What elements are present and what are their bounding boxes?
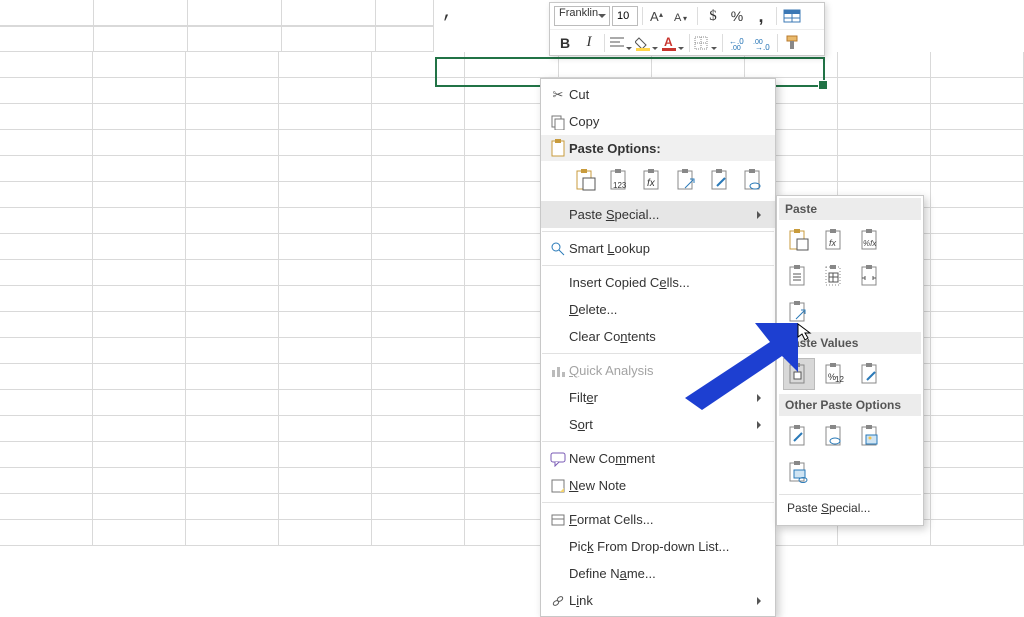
font-name-select[interactable]: Franklin	[554, 6, 610, 26]
format-painter-icon[interactable]	[782, 32, 804, 54]
menu-pick-list[interactable]: Pick From Drop-down List...	[541, 533, 775, 560]
increase-decimal-icon[interactable]: ←.0.00	[727, 32, 749, 54]
chevron-right-icon	[757, 421, 765, 429]
borders-icon[interactable]	[694, 32, 718, 54]
paste-all-icon[interactable]	[571, 165, 601, 195]
svg-text:▴: ▴	[659, 10, 663, 19]
submenu-paste-special[interactable]: Paste Special...	[779, 495, 921, 521]
svg-text:fx: fx	[829, 238, 837, 248]
menu-sort[interactable]: Sort	[541, 411, 775, 438]
paste-formatting-sub-icon[interactable]	[783, 420, 815, 452]
chevron-right-icon	[757, 597, 765, 605]
svg-text:fx: fx	[647, 178, 656, 189]
paste-link-sub-icon[interactable]	[819, 420, 851, 452]
copy-icon	[547, 114, 569, 130]
quick-analysis-icon	[547, 363, 569, 379]
paste-values-123-icon[interactable]: 123	[605, 165, 635, 195]
svg-text:▾: ▾	[683, 14, 687, 23]
paste-transpose-icon[interactable]	[672, 165, 702, 195]
format-cells-icon	[547, 512, 569, 528]
svg-text:A: A	[650, 9, 659, 24]
paste-linked-picture-icon[interactable]	[783, 456, 815, 488]
decrease-font-icon[interactable]: A▾	[671, 5, 693, 27]
clipboard-icon	[547, 139, 569, 157]
menu-new-note[interactable]: New Note	[541, 472, 775, 499]
scissors-icon: ✂	[547, 87, 569, 103]
menu-copy[interactable]: Copy	[541, 108, 775, 135]
paste-link-icon[interactable]	[739, 165, 769, 195]
menu-link[interactable]: Link	[541, 587, 775, 614]
svg-text:%fx: %fx	[863, 239, 877, 248]
paste-no-borders-icon[interactable]	[819, 260, 851, 292]
menu-smart-lookup[interactable]: Smart Lookup	[541, 235, 775, 262]
chevron-right-icon	[757, 211, 765, 219]
accounting-format-icon[interactable]: $	[702, 5, 724, 27]
paste-picture-icon[interactable]	[855, 420, 887, 452]
italic-button[interactable]: I	[578, 32, 600, 54]
comma-format-icon[interactable]: ,	[750, 5, 772, 27]
menu-paste-special[interactable]: Paste Special...	[541, 201, 775, 228]
svg-text:.00: .00	[753, 39, 763, 46]
increase-font-icon[interactable]: A▴	[647, 5, 669, 27]
link-icon	[547, 593, 569, 609]
bold-button[interactable]: B	[554, 32, 576, 54]
comment-icon	[547, 451, 569, 467]
svg-text:A: A	[664, 35, 673, 49]
svg-text:←.0: ←.0	[729, 37, 744, 46]
decrease-decimal-icon[interactable]: .00→.0	[751, 32, 773, 54]
menu-new-comment[interactable]: New Comment	[541, 445, 775, 472]
fill-color-icon[interactable]	[635, 32, 659, 54]
svg-text:→.0: →.0	[755, 43, 770, 50]
paste-icon[interactable]	[783, 224, 815, 256]
paste-formulas-fx-icon[interactable]: fx	[819, 224, 851, 256]
svg-text:12: 12	[835, 375, 844, 384]
paste-values-number-icon[interactable]: %12	[819, 358, 851, 390]
format-as-table-icon[interactable]	[781, 5, 803, 27]
menu-paste-options: Paste Options:	[541, 135, 775, 161]
cursor-icon	[797, 323, 815, 341]
paste-options-row: 123 fx	[541, 161, 775, 201]
paste-source-format-icon[interactable]	[783, 260, 815, 292]
menu-delete[interactable]: Delete...	[541, 296, 775, 323]
paste-formulas-icon[interactable]: fx	[638, 165, 668, 195]
mini-toolbar: Franklin A▴ A▾ $ % , B I A ←.0.00 .00→.0	[549, 2, 825, 56]
submenu-paste-heading: Paste	[779, 198, 921, 220]
menu-cut[interactable]: ✂Cut	[541, 81, 775, 108]
menu-define-name[interactable]: Define Name...	[541, 560, 775, 587]
align-icon[interactable]	[609, 32, 633, 54]
menu-format-cells[interactable]: Format Cells...	[541, 506, 775, 533]
svg-text:A: A	[674, 12, 682, 24]
paste-formatting-icon[interactable]	[706, 165, 736, 195]
font-color-icon[interactable]: A	[661, 32, 685, 54]
search-icon	[547, 241, 569, 257]
submenu-other-heading: Other Paste Options	[779, 394, 921, 416]
menu-insert-copied[interactable]: Insert Copied Cells...	[541, 269, 775, 296]
font-size-input[interactable]	[612, 6, 638, 26]
svg-text:.00: .00	[731, 45, 741, 50]
active-cell-content: ,	[442, 3, 453, 23]
percent-format-icon[interactable]: %	[726, 5, 748, 27]
annotation-arrow	[680, 320, 800, 410]
svg-text:123: 123	[613, 181, 627, 190]
note-icon	[547, 478, 569, 494]
paste-formulas-number-icon[interactable]: %fx	[855, 224, 887, 256]
paste-values-format-icon[interactable]	[855, 358, 887, 390]
paste-column-widths-icon[interactable]	[855, 260, 887, 292]
